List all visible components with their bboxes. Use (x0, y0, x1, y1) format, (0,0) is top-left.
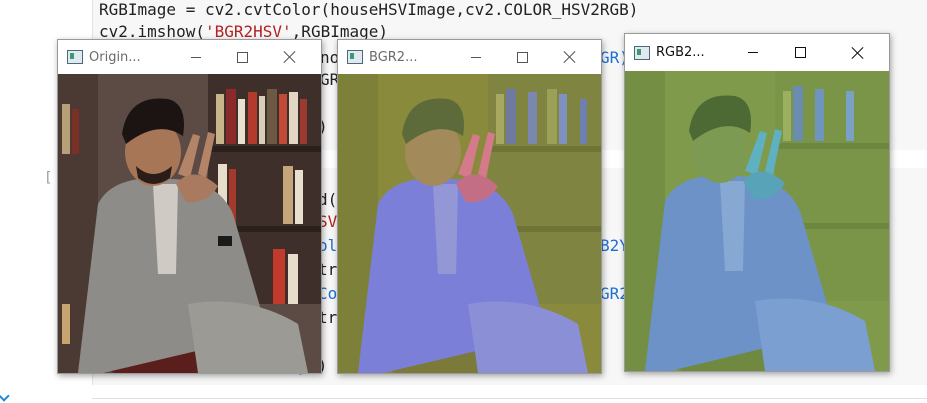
rgb-image (625, 71, 889, 371)
close-button[interactable] (267, 40, 313, 74)
maximize-icon (236, 51, 248, 63)
bgr2hsv-image-window[interactable]: BGR2... (337, 39, 602, 374)
original-photo (58, 74, 321, 373)
close-icon (564, 51, 576, 63)
desktop-scene: [ RGBImage = cv2.cvtColor(houseHSVImage,… (0, 0, 927, 403)
minimize-button[interactable] (173, 40, 219, 74)
hsv-photo (338, 74, 601, 373)
maximize-button[interactable] (219, 40, 265, 74)
window-title: Origin... (89, 49, 141, 65)
app-icon (347, 50, 363, 64)
app-icon (634, 45, 650, 60)
window-titlebar[interactable]: Origin... (58, 40, 321, 74)
minimize-icon (748, 52, 758, 53)
app-icon (67, 50, 83, 64)
rgb-photo (625, 71, 889, 371)
close-button[interactable] (835, 34, 881, 71)
cell-separator (92, 398, 927, 399)
window-titlebar[interactable]: RGB2... (625, 34, 889, 71)
minimize-button[interactable] (453, 40, 499, 74)
minimize-icon (471, 56, 481, 58)
original-image-window[interactable]: Origin... (57, 39, 322, 374)
maximize-icon (794, 47, 806, 58)
rgb-image-window[interactable]: RGB2... (624, 33, 890, 372)
close-icon (852, 47, 864, 59)
minimize-button[interactable] (730, 34, 776, 71)
close-icon (284, 51, 296, 63)
code-line-1[interactable]: RGBImage = cv2.cvtColor(houseHSVImage,cv… (99, 0, 638, 20)
bgr2hsv-image (338, 74, 601, 373)
window-title: RGB2... (656, 45, 705, 60)
close-button[interactable] (547, 40, 593, 74)
maximize-icon (516, 51, 528, 63)
minimize-icon (191, 56, 201, 58)
original-image (58, 74, 321, 373)
maximize-button[interactable] (499, 40, 545, 74)
cell-prompt: [ (44, 170, 53, 186)
window-titlebar[interactable]: BGR2... (338, 40, 601, 74)
window-title: BGR2... (369, 49, 418, 65)
code-text: RGBImage = cv2.cvtColor(houseHSVImage,cv… (99, 0, 639, 19)
maximize-button[interactable] (777, 34, 823, 71)
